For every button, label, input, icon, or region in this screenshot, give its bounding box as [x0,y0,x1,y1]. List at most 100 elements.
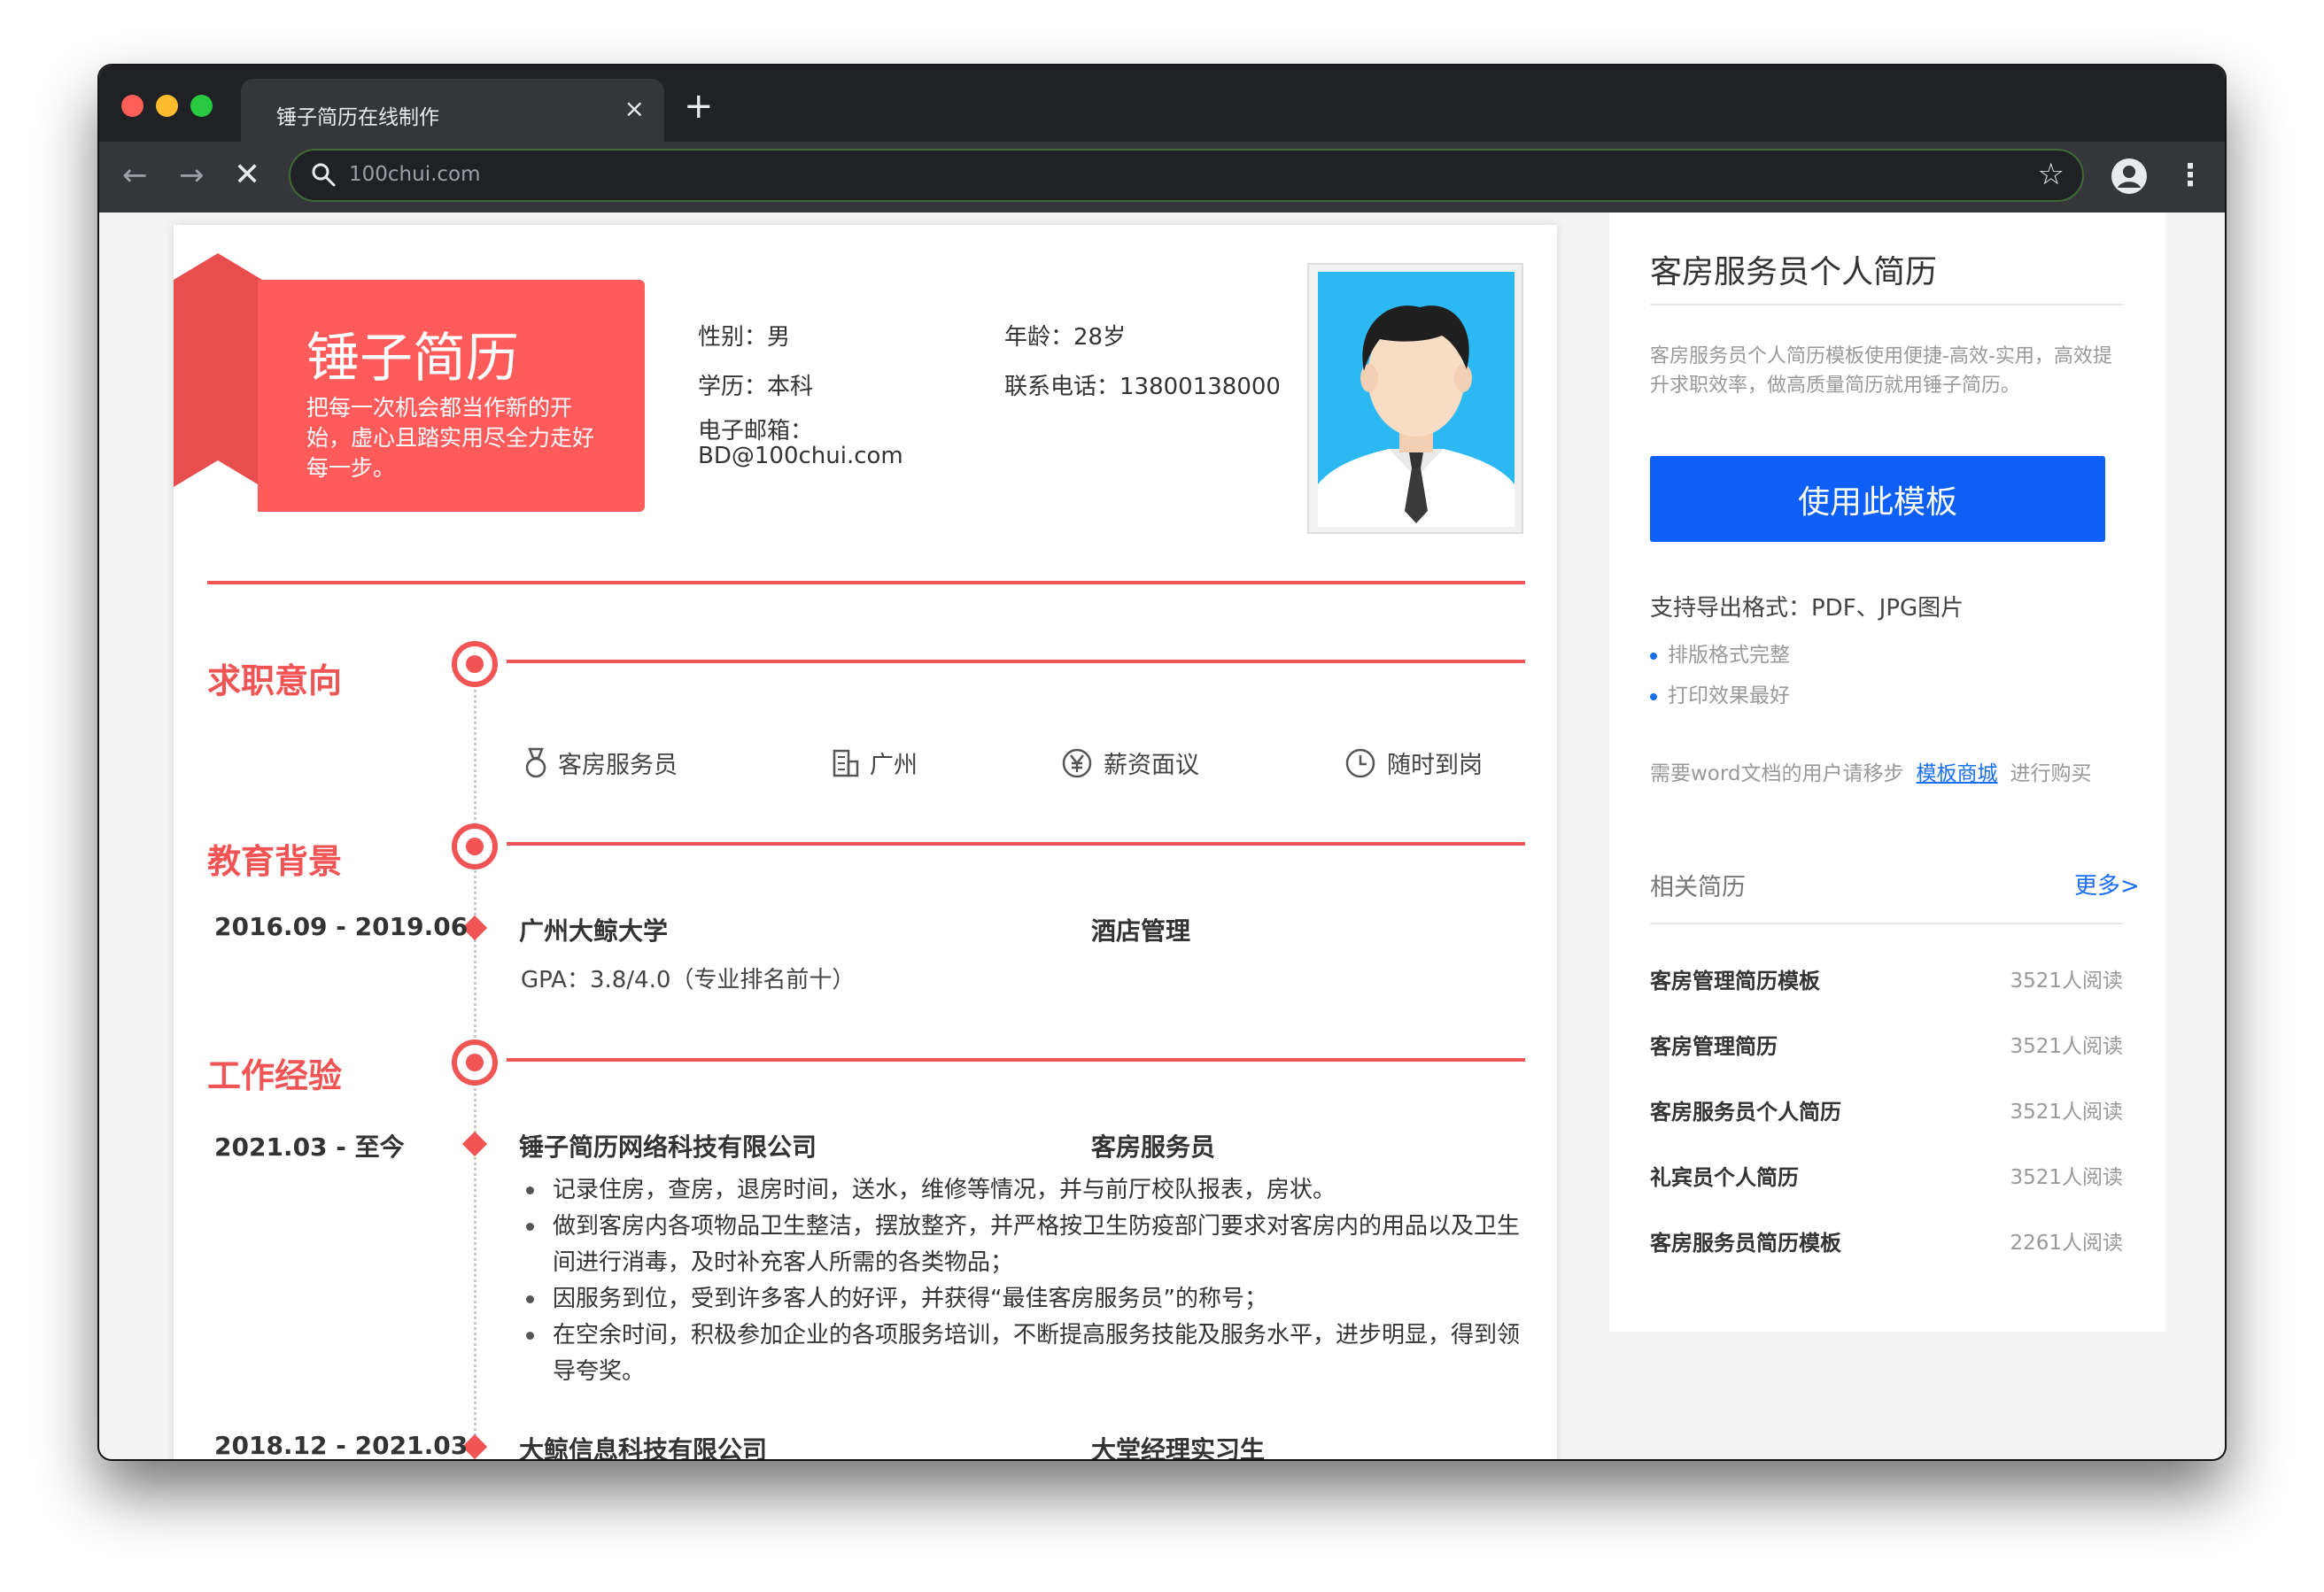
related-item-title[interactable]: 客房服务员个人简历 [1650,1094,1841,1125]
work-company: 大鲸信息科技有限公司 [519,1435,768,1459]
clock-icon [1345,748,1375,777]
list-item: 因服务到位，受到许多客人的好评，并获得“最佳客房服务员”的称号； [521,1281,1522,1318]
sidebar-divider [1650,304,2123,305]
related-item-title[interactable]: 礼宾员个人简历 [1650,1160,1799,1191]
related-item[interactable]: 客房服务员个人简历 3521人阅读 [1650,1094,2123,1126]
feature-text: 打印效果最好 [1668,684,1790,707]
header-divider [207,581,1525,584]
info-email-label: 电子邮箱： [698,418,814,444]
intent-position: 客房服务员 [524,746,678,780]
tab-title: 锤子简历在线制作 [276,106,439,129]
related-item-reads: 3521人阅读 [2010,1166,2123,1189]
minimize-window-button[interactable] [156,95,178,117]
work-role: 客房服务员 [1091,1132,1216,1162]
building-icon [833,749,859,777]
browser-menu-icon[interactable]: ⋮ [2175,158,2205,193]
tab-bar: 锤子简历在线制作 × + [99,66,2225,142]
section-rule-intent [507,660,1525,663]
list-item: 做到客房内各项物品卫生整洁，摆放整齐，并严格按卫生防疫部门要求对客房内的用品以及… [521,1209,1522,1281]
new-tab-button[interactable]: + [684,89,714,124]
template-store-link[interactable]: 模板商城 [1917,762,1998,785]
info-phone: 联系电话：13800138000 [1004,374,1281,400]
related-item[interactable]: 客房管理简历 3521人阅读 [1650,1029,2123,1061]
section-title-work: 工作经验 [207,1056,343,1095]
page-viewport: 锤子简历 把每一次机会都当作新的开始，虚心且踏实用尽全力走好每一步。 性别：男 … [99,213,2225,1459]
related-item-title[interactable]: 客房服务员简历模板 [1650,1225,1841,1256]
timeline-diamond [461,1131,488,1157]
intent-city: 广州 [833,746,918,780]
bookmark-star-icon[interactable]: ☆ [2038,158,2064,191]
related-divider [1650,923,2123,924]
address-bar[interactable]: 100chui.com ☆ [289,149,2084,202]
related-item-reads: 3521人阅读 [2010,970,2123,993]
profile-avatar-icon[interactable] [2111,158,2148,195]
info-education: 学历：本科 [698,374,814,400]
related-item-reads: 3521人阅读 [2010,1035,2123,1058]
browser-window: 锤子简历在线制作 × + ← → ✕ 100chui.com ☆ ⋮ 锤子简历 … [99,66,2225,1459]
export-formats: 支持导出格式：PDF、JPG图片 [1650,595,1964,622]
use-template-button[interactable]: 使用此模板 [1650,456,2105,542]
education-date: 2016.09 - 2019.06 [214,912,469,941]
feature-text: 排版格式完整 [1668,644,1790,667]
resume-name: 锤子简历 [306,328,519,390]
maximize-window-button[interactable] [190,95,213,117]
tab-active[interactable]: 锤子简历在线制作 × [241,79,664,142]
info-email: BD@100chui.com [698,443,903,469]
timeline-node-education [452,823,498,869]
work-date: 2018.12 - 2021.03 [214,1431,469,1459]
avatar-illustration [1318,272,1514,527]
intent-salary: 薪资面议 [1061,746,1199,780]
related-item[interactable]: 礼宾员个人简历 3521人阅读 [1650,1160,2123,1192]
stop-loading-icon[interactable]: ✕ [234,158,260,193]
section-rule-education [507,842,1525,846]
work-company: 锤子简历网络科技有限公司 [519,1132,817,1162]
profile-photo [1307,263,1523,534]
related-item-reads: 3521人阅读 [2010,1101,2123,1124]
work-duties-list: 记录住房，查房，退房时间，送水，维修等情况，并与前厅校队报表，房状。 做到客房内… [521,1172,1522,1390]
word-doc-note: 需要word文档的用户请移步 模板商城 进行购买 [1650,756,2092,786]
bullet-dot-icon [1650,692,1657,700]
intent-position-text: 客房服务员 [558,752,678,779]
template-description: 客房服务员个人简历模板使用便捷-高效-实用，高效提升求职效率，做高质量简历就用锤… [1650,345,2112,397]
feature-item: 排版格式完整 [1650,638,1790,668]
name-banner: 锤子简历 把每一次机会都当作新的开始，虚心且踏实用尽全力走好每一步。 [258,280,645,512]
banner-fold-decoration [174,253,262,487]
search-icon [312,163,336,187]
tab-close-icon[interactable]: × [624,97,645,121]
intent-availability: 随时到岗 [1344,746,1483,780]
work-role: 大堂经理实习生 [1091,1435,1266,1459]
back-arrow-icon[interactable]: ← [122,158,148,193]
info-gender: 性别：男 [698,324,791,351]
timeline-node-intent [452,641,498,687]
url-text[interactable]: 100chui.com [349,163,481,186]
list-item: 记录住房，查房，退房时间，送水，维修等情况，并与前厅校队报表，房状。 [521,1172,1522,1209]
template-title: 客房服务员个人简历 [1650,254,1938,290]
list-item: 在空余时间，积极参加企业的各项服务培训，不断提高服务技能及服务水平，进步明显，得… [521,1318,1522,1390]
education-major: 酒店管理 [1091,916,1191,946]
forward-arrow-icon[interactable]: → [179,158,205,193]
section-title-education: 教育背景 [207,842,343,881]
related-item[interactable]: 客房服务员简历模板 2261人阅读 [1650,1225,2123,1257]
timeline-node-work [452,1039,498,1086]
note-prefix: 需要word文档的用户请移步 [1650,762,1904,785]
education-school: 广州大鲸大学 [519,916,669,946]
related-item-reads: 2261人阅读 [2010,1232,2123,1255]
related-item[interactable]: 客房管理简历模板 3521人阅读 [1650,963,2123,995]
related-resumes-title: 相关简历 [1650,874,1746,901]
feature-item: 打印效果最好 [1650,678,1790,708]
browser-toolbar: ← → ✕ 100chui.com ☆ ⋮ [99,142,2225,213]
intent-city-text: 广州 [870,752,918,779]
related-item-title[interactable]: 客房管理简历 [1650,1029,1778,1060]
info-age: 年龄：28岁 [1004,324,1127,351]
intent-availability-text: 随时到岗 [1387,752,1483,779]
template-sidebar: 客房服务员个人简历 客房服务员个人简历模板使用便捷-高效-实用，高效提升求职效率… [1609,213,2165,1332]
section-rule-work [507,1058,1525,1062]
close-window-button[interactable] [121,95,143,117]
related-item-title[interactable]: 客房管理简历模板 [1650,963,1820,994]
section-title-intent: 求职意向 [207,661,343,700]
bullet-dot-icon [1650,652,1657,660]
education-gpa: GPA：3.8/4.0（专业排名前十） [521,967,856,993]
more-link[interactable]: 更多> [2074,868,2140,900]
note-suffix: 进行购买 [2010,762,2092,785]
resume-preview: 锤子简历 把每一次机会都当作新的开始，虚心且踏实用尽全力走好每一步。 性别：男 … [174,225,1557,1459]
